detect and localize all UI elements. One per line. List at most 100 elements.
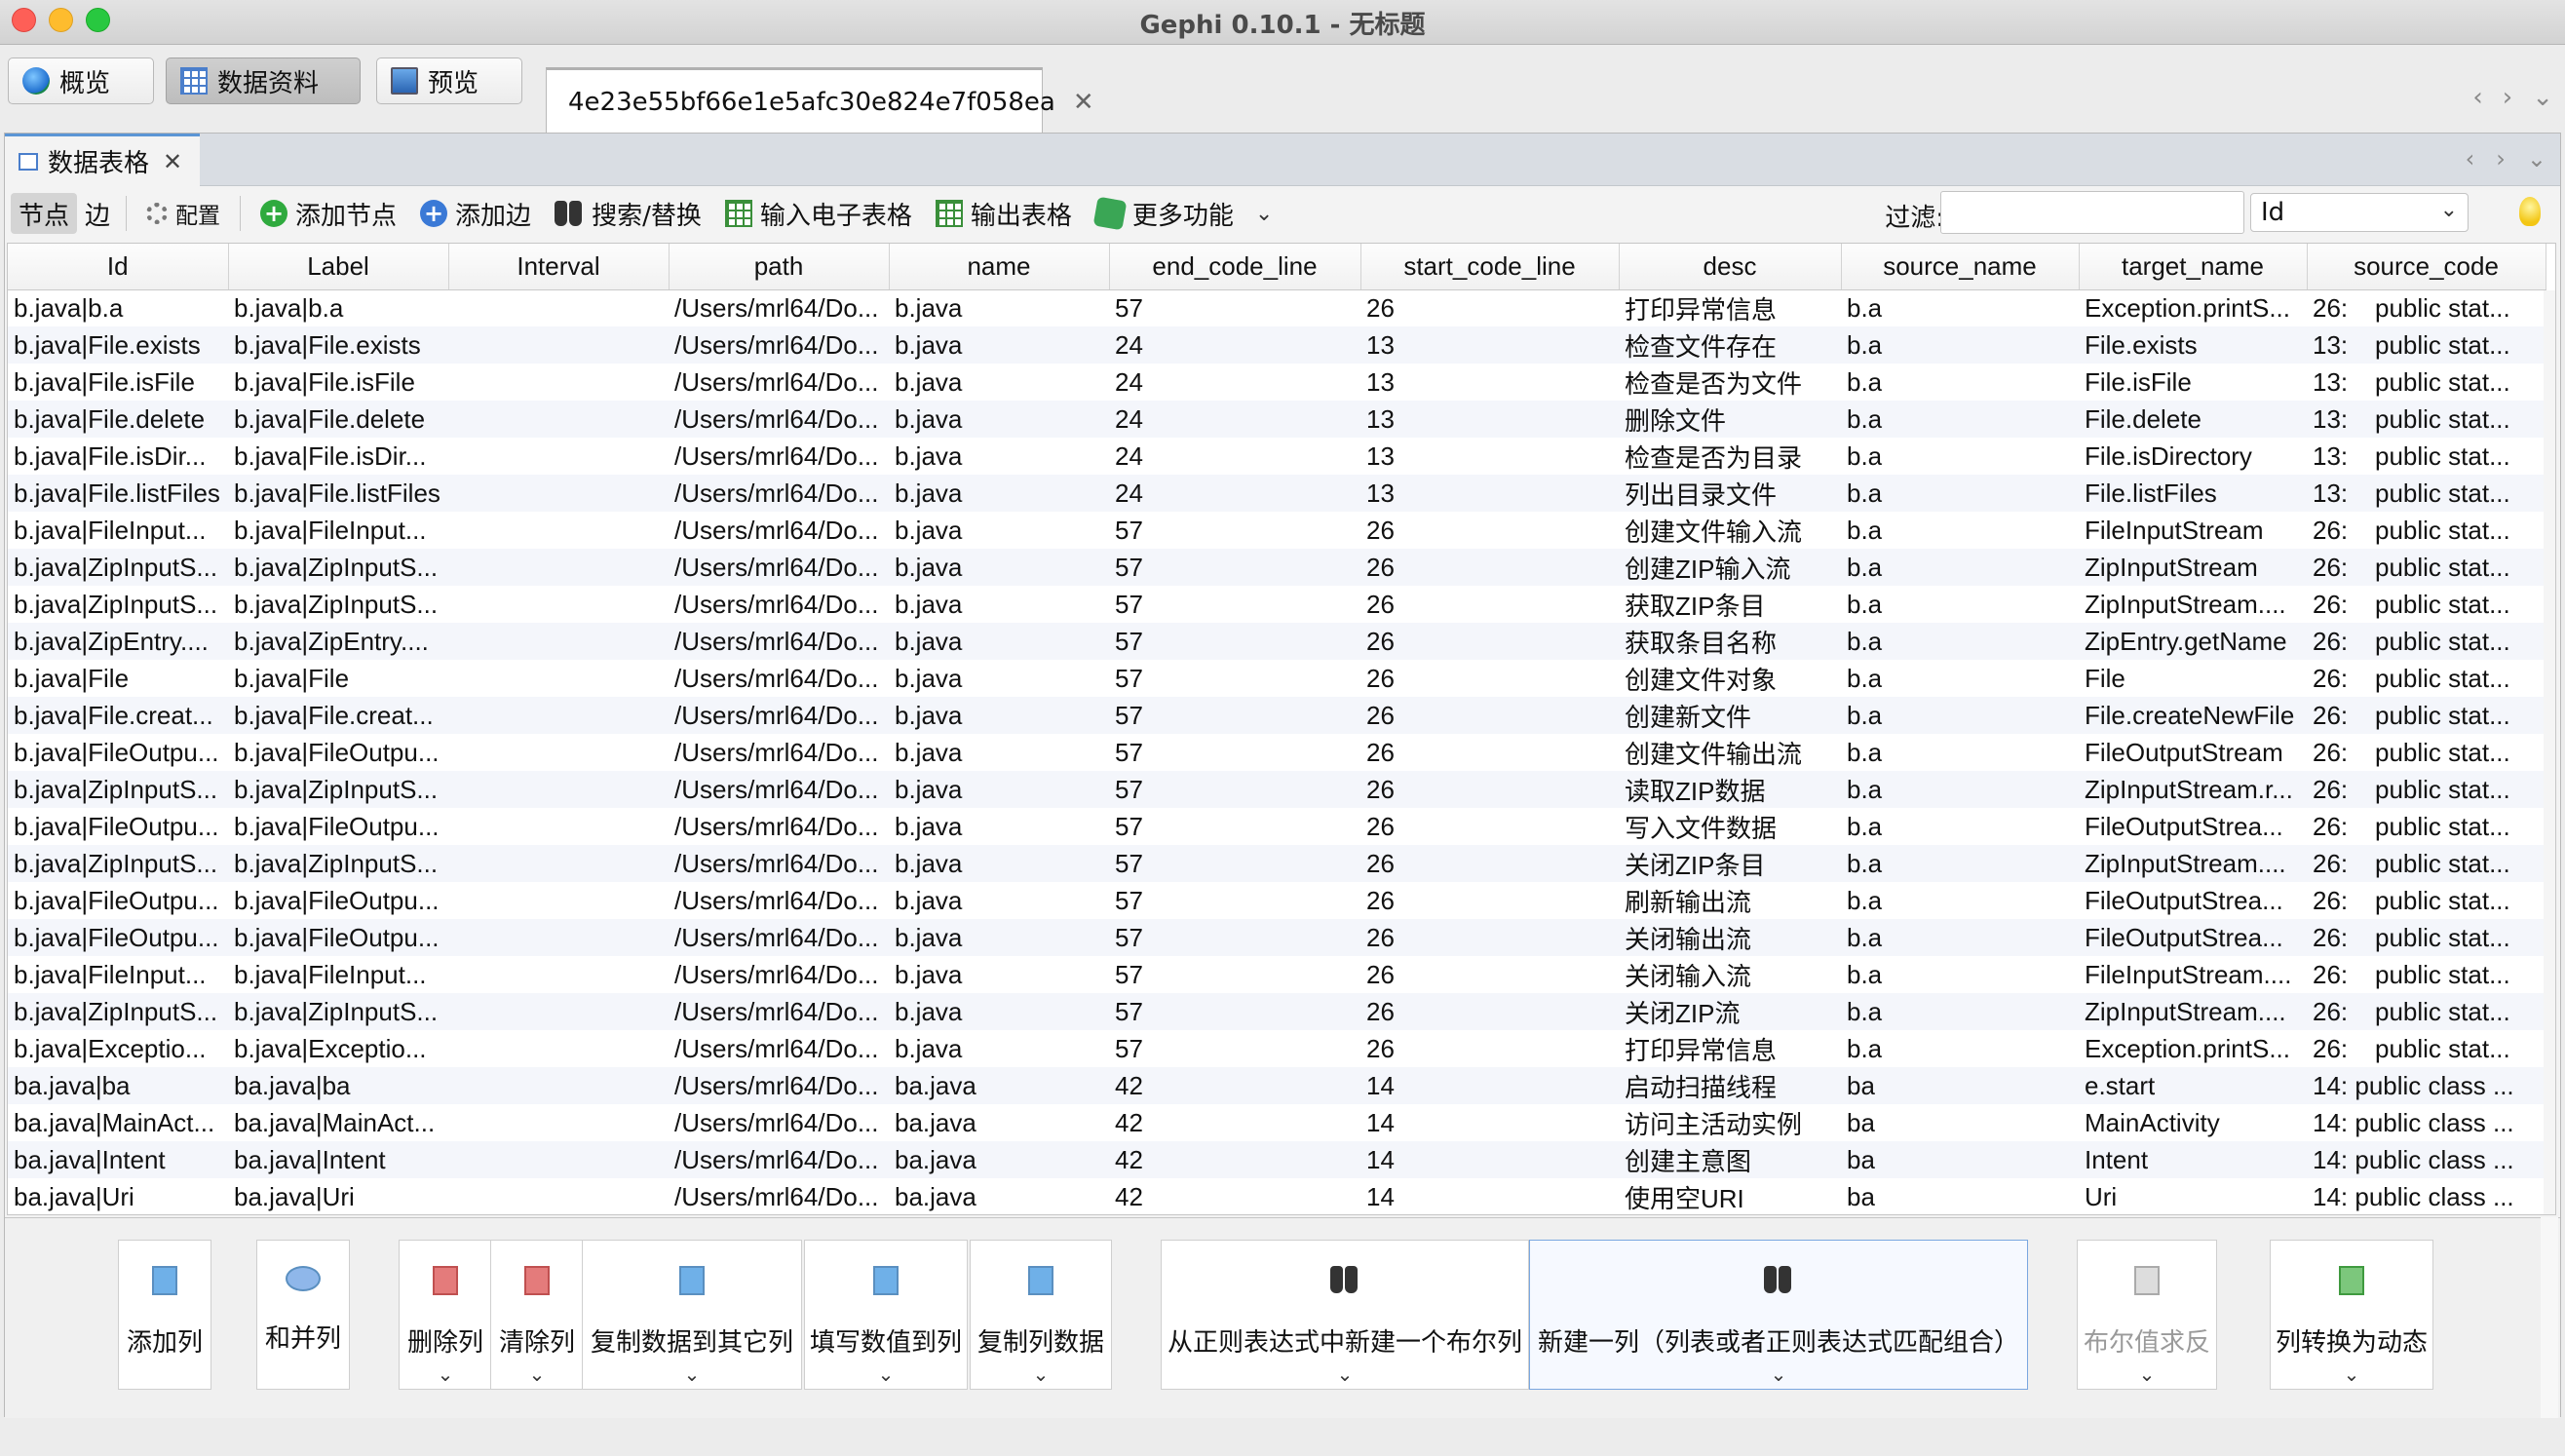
- table-cell[interactable]: 13: [1360, 364, 1619, 401]
- table-cell[interactable]: b.a: [1841, 956, 2079, 993]
- table-row[interactable]: b.java|FileOutpu... b.java|FileOutpu... /U…: [8, 734, 2546, 771]
- table-cell[interactable]: ba.java: [889, 1067, 1109, 1104]
- edges-toggle[interactable]: 边: [77, 193, 118, 234]
- table-cell[interactable]: public stat...: [2369, 845, 2546, 882]
- table-cell[interactable]: ZipEntry.getName: [2079, 623, 2307, 660]
- filter-column-select[interactable]: Id ⌄: [2250, 193, 2469, 232]
- table-cell[interactable]: b.java: [889, 882, 1109, 919]
- table-cell[interactable]: 26:: [2307, 919, 2369, 956]
- table-cell[interactable]: 启动扫描线程: [1619, 1067, 1841, 1104]
- table-cell[interactable]: Uri: [2079, 1178, 2307, 1214]
- table-cell[interactable]: b.java|File: [8, 660, 228, 697]
- table-cell[interactable]: 57: [1109, 549, 1360, 586]
- table-cell[interactable]: public stat...: [2369, 326, 2546, 364]
- table-row[interactable]: ba.java|MainAct... ba.java|MainAct... /Use…: [8, 1104, 2546, 1141]
- table-cell[interactable]: /Users/mrl64/Do...: [669, 771, 889, 808]
- table-cell[interactable]: 打印异常信息: [1619, 289, 1841, 326]
- table-cell[interactable]: 26: [1360, 697, 1619, 734]
- table-cell[interactable]: 24: [1109, 401, 1360, 438]
- table-cell[interactable]: b.java|File: [228, 660, 448, 697]
- table-row[interactable]: b.java|File.exists b.java|File.exists/Use…: [8, 326, 2546, 364]
- table-cell[interactable]: 26: [1360, 734, 1619, 771]
- column-header-start-code-line[interactable]: start_code_line: [1360, 244, 1620, 290]
- table-cell[interactable]: b.java|File.listFiles: [8, 475, 228, 512]
- table-cell[interactable]: 访问主活动实例: [1619, 1104, 1841, 1141]
- table-cell[interactable]: /Users/mrl64/Do...: [669, 475, 889, 512]
- column-header-desc[interactable]: desc: [1619, 244, 1842, 290]
- table-cell[interactable]: 26:: [2307, 586, 2369, 623]
- table-cell[interactable]: [448, 660, 669, 697]
- table-cell[interactable]: 创建ZIP输入流: [1619, 549, 1841, 586]
- table-cell[interactable]: Intent: [2079, 1141, 2307, 1178]
- table-cell[interactable]: b.java|b.a: [8, 289, 228, 326]
- table-cell[interactable]: ba.java|Intent: [228, 1141, 448, 1178]
- table-cell[interactable]: b.java: [889, 1030, 1109, 1067]
- table-cell[interactable]: b.a: [1841, 1030, 2079, 1067]
- table-cell[interactable]: public stat...: [2369, 549, 2546, 586]
- table-cell[interactable]: 检查是否为文件: [1619, 364, 1841, 401]
- table-cell[interactable]: public stat...: [2369, 734, 2546, 771]
- table-cell[interactable]: 14: public class ...: [2307, 1104, 2546, 1141]
- table-cell[interactable]: public stat...: [2369, 512, 2546, 549]
- table-cell[interactable]: ba: [1841, 1178, 2079, 1214]
- search-replace-button[interactable]: 搜索/替换: [543, 193, 713, 234]
- table-cell[interactable]: File.isFile: [2079, 364, 2307, 401]
- table-cell[interactable]: 26:: [2307, 882, 2369, 919]
- table-cell[interactable]: 57: [1109, 919, 1360, 956]
- table-cell[interactable]: ba.java|Uri: [8, 1178, 228, 1214]
- chevron-down-icon[interactable]: ⌄: [2527, 145, 2546, 172]
- table-cell[interactable]: FileInputStream: [2079, 512, 2307, 549]
- table-cell[interactable]: 26: [1360, 956, 1619, 993]
- table-cell[interactable]: 写入文件数据: [1619, 808, 1841, 845]
- table-cell[interactable]: b.java|File.creat...: [8, 697, 228, 734]
- table-cell[interactable]: 26:: [2307, 512, 2369, 549]
- table-cell[interactable]: b.java|FileInput...: [8, 512, 228, 549]
- document-tab[interactable]: 4e23e55bf66e1e5afc30e824e7f058ea ✕: [546, 67, 1094, 134]
- table-cell[interactable]: [448, 475, 669, 512]
- table-cell[interactable]: 13:: [2307, 364, 2369, 401]
- table-cell[interactable]: b.a: [1841, 993, 2079, 1030]
- table-cell[interactable]: b.java: [889, 512, 1109, 549]
- column-header-target-name[interactable]: target_name: [2079, 244, 2308, 290]
- table-cell[interactable]: 13:: [2307, 326, 2369, 364]
- table-cell[interactable]: ZipInputStream....: [2079, 845, 2307, 882]
- table-cell[interactable]: b.java|ZipInputS...: [228, 993, 448, 1030]
- table-cell[interactable]: /Users/mrl64/Do...: [669, 660, 889, 697]
- table-cell[interactable]: /Users/mrl64/Do...: [669, 919, 889, 956]
- table-cell[interactable]: 26:: [2307, 1030, 2369, 1067]
- table-row[interactable]: b.java|File.isFile b.java|File.isFile/Use…: [8, 364, 2546, 401]
- table-cell[interactable]: 57: [1109, 956, 1360, 993]
- table-cell[interactable]: public stat...: [2369, 289, 2546, 326]
- table-row[interactable]: b.java|FileOutpu... b.java|FileOutpu... /U…: [8, 808, 2546, 845]
- nodes-toggle[interactable]: 节点: [11, 193, 78, 234]
- table-cell[interactable]: 26: [1360, 845, 1619, 882]
- table-cell[interactable]: b.java|File.isDir...: [8, 438, 228, 475]
- table-cell[interactable]: b.java: [889, 549, 1109, 586]
- table-cell[interactable]: b.java|b.a: [228, 289, 448, 326]
- chevron-right-icon[interactable]: ›: [2496, 145, 2506, 172]
- table-cell[interactable]: 57: [1109, 1030, 1360, 1067]
- table-cell[interactable]: [448, 401, 669, 438]
- table-cell[interactable]: File.createNewFile: [2079, 697, 2307, 734]
- table-row[interactable]: b.java|Exceptio... b.java|Exceptio... /Use…: [8, 1030, 2546, 1067]
- add-node-button[interactable]: + 添加节点: [249, 193, 408, 234]
- table-cell[interactable]: Exception.printS...: [2079, 1030, 2307, 1067]
- table-cell[interactable]: 26: [1360, 993, 1619, 1030]
- table-cell[interactable]: 创建新文件: [1619, 697, 1841, 734]
- table-cell[interactable]: ba.java: [889, 1104, 1109, 1141]
- table-cell[interactable]: 14: public class ...: [2307, 1178, 2546, 1214]
- table-cell[interactable]: public stat...: [2369, 956, 2546, 993]
- table-cell[interactable]: b.java: [889, 438, 1109, 475]
- table-cell[interactable]: /Users/mrl64/Do...: [669, 1030, 889, 1067]
- table-cell[interactable]: 57: [1109, 586, 1360, 623]
- table-cell[interactable]: e.start: [2079, 1067, 2307, 1104]
- table-cell[interactable]: b.a: [1841, 401, 2079, 438]
- table-cell[interactable]: [448, 1104, 669, 1141]
- column-header-interval[interactable]: Interval: [448, 244, 670, 290]
- table-cell[interactable]: 57: [1109, 623, 1360, 660]
- table-cell[interactable]: b.java: [889, 401, 1109, 438]
- table-cell[interactable]: b.java|ZipInputS...: [228, 586, 448, 623]
- table-cell[interactable]: public stat...: [2369, 660, 2546, 697]
- table-cell[interactable]: b.java|File.isFile: [8, 364, 228, 401]
- table-cell[interactable]: b.java|File.creat...: [228, 697, 448, 734]
